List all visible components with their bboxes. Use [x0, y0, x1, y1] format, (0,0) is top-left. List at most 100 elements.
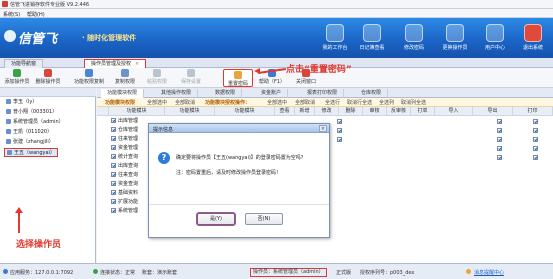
status-bar: 应用服务：127.0.0.1:7092 连接状态：正常 账套：演示账套 操作员：… [0, 263, 553, 279]
authorize-ops-title: 功能模块授权操作： [205, 100, 251, 106]
tree-row[interactable]: 仓库管理 [111, 126, 138, 135]
dialog-close-button[interactable]: × [319, 125, 327, 132]
left-select-all[interactable]: 全部选中 [147, 99, 167, 106]
diary-button[interactable]: 日记簿查看 [355, 22, 389, 56]
checkbox[interactable] [111, 145, 116, 150]
dialog-note: 注：密码置重后，请及时修改操作员登录密码！ [176, 170, 282, 176]
tab-other-permissions[interactable]: 其他操作权限 [155, 89, 199, 98]
permission-checkbox[interactable] [497, 146, 502, 151]
delete-operator-button[interactable]: 删除操作员 [34, 69, 62, 87]
grid-header: 导出 [473, 107, 513, 116]
checkbox[interactable] [111, 118, 116, 123]
tree-row[interactable]: 往来管理 [111, 135, 138, 144]
grid-header: 功能模块 [109, 107, 165, 116]
permission-checkbox[interactable] [497, 155, 502, 160]
permission-checkbox[interactable] [533, 128, 538, 133]
tree-row[interactable]: 基础资料 [111, 189, 138, 198]
workbench-button[interactable]: 我的工作台 [318, 22, 352, 56]
user-center-icon [486, 24, 504, 42]
checkbox[interactable] [111, 163, 116, 168]
user-icon [7, 150, 12, 155]
grid-header: 功能模块 [165, 107, 215, 116]
permission-checkbox[interactable] [497, 128, 502, 133]
paste-permissions-button[interactable]: 粘贴权限 [144, 69, 170, 87]
permission-checkbox[interactable] [497, 137, 502, 142]
tree-row[interactable]: 出库查询 [111, 162, 138, 171]
checkbox[interactable] [111, 154, 116, 159]
grid-header: 审核 [363, 107, 387, 116]
tab-warehouse-permissions[interactable]: 仓库权限 [355, 89, 389, 98]
tree-row[interactable]: 扩展功能 [111, 198, 138, 207]
connection-icon [93, 269, 98, 274]
exit-button[interactable]: 退出系统 [516, 22, 550, 56]
copy-permissions-button[interactable]: 复制权限 [112, 69, 138, 87]
operator-item[interactable]: 系统管理员（admin） [6, 118, 64, 127]
checkbox[interactable] [111, 199, 116, 204]
checkbox[interactable] [111, 127, 116, 132]
save-settings-button[interactable]: 保存设置 [178, 69, 204, 87]
operator-item[interactable]: 普小翔（003301） [6, 108, 57, 117]
close-tab-icon[interactable]: × [135, 61, 139, 67]
cancel-column-all[interactable]: 取消列全选 [401, 99, 426, 106]
server-icon [3, 269, 8, 274]
operator-item[interactable]: 李玉（ly） [6, 98, 37, 107]
operator-item[interactable]: 张建（zhangjili） [6, 138, 54, 147]
no-button[interactable]: 否(N) [245, 213, 283, 225]
user-icon [6, 129, 11, 134]
switch-operator-button[interactable]: 更换操作员 [438, 22, 472, 56]
checkbox[interactable] [111, 208, 116, 213]
key-icon [405, 24, 423, 42]
slogan: · 随时化管理软件 [82, 34, 137, 42]
select-column-all[interactable]: 全选列 [379, 99, 394, 106]
permission-checkbox[interactable] [533, 155, 538, 160]
select-row-all[interactable]: 全选行 [325, 99, 340, 106]
tab-fund-accounts[interactable]: 资金账户 [255, 89, 289, 98]
checkbox[interactable] [111, 190, 116, 195]
yes-button[interactable]: 是(Y) [196, 212, 236, 226]
tree-row[interactable]: 资金查询 [111, 180, 138, 189]
change-password-button[interactable]: 修改密码 [397, 22, 431, 56]
right-deselect-all[interactable]: 全部取消 [295, 99, 315, 106]
copy-function-permissions-button[interactable]: 功能权限复制 [72, 69, 106, 87]
tree-row[interactable]: 统计查询 [111, 153, 138, 162]
menu-help[interactable]: 帮助(H) [27, 11, 45, 18]
grid-header: 打印 [513, 107, 553, 116]
permission-action-row: 功能模块权限 全部选中 全部取消 功能模块授权操作： 全部选中 全部取消 全选行… [97, 98, 553, 107]
reset-password-button[interactable]: 重置密码 [223, 69, 253, 87]
tree-row[interactable]: 资金管理 [111, 144, 138, 153]
permission-checkbox[interactable] [533, 137, 538, 142]
user-center-button[interactable]: 用户中心 [478, 22, 512, 56]
operator-item-selected[interactable]: 王五（wangyai） [4, 148, 58, 157]
tab-data-permissions[interactable]: 数据权限 [209, 89, 243, 98]
tab-report-print[interactable]: 报表打印权限 [301, 89, 345, 98]
permission-checkbox[interactable] [497, 119, 502, 124]
user-icon [6, 99, 11, 104]
grid-header: 功能模块 [215, 107, 275, 116]
tree-row[interactable]: 出库管理 [111, 117, 138, 126]
cancel-row-all[interactable]: 取消行全选 [347, 99, 372, 106]
message-center-link[interactable]: 消息提醒中心 [474, 269, 504, 276]
permission-checkbox[interactable] [533, 119, 538, 124]
operator-item[interactable]: 王凯（011020） [6, 128, 52, 137]
tab-operator-management[interactable]: 操作员管理及授权 × [84, 59, 147, 68]
permission-checkbox[interactable] [337, 119, 342, 124]
checkbox[interactable] [111, 172, 116, 177]
permission-checkbox[interactable] [533, 146, 538, 151]
checkbox[interactable] [111, 181, 116, 186]
menu-system[interactable]: 系统(S) [3, 11, 20, 18]
permission-checkbox[interactable] [337, 128, 342, 133]
diary-icon [363, 24, 381, 42]
permission-checkbox[interactable] [337, 137, 342, 142]
tab-function-permissions[interactable]: 功能模块权限 [101, 89, 145, 98]
tab-navigation[interactable]: 功能导航窗 [4, 59, 44, 68]
checkbox[interactable] [111, 136, 116, 141]
license-serial: 授权序列号：p003_dex [360, 270, 415, 276]
add-operator-button[interactable]: 添加操作员 [4, 69, 30, 87]
left-deselect-all[interactable]: 全部取消 [175, 99, 195, 106]
select-operator-caption: 选择操作员 [16, 240, 62, 250]
tree-row[interactable]: 系统管理 [111, 207, 138, 216]
right-select-all[interactable]: 全部选中 [267, 99, 287, 106]
logo-text: 信管飞 [18, 32, 58, 47]
user-icon [6, 119, 11, 124]
tree-row[interactable]: 往来查询 [111, 171, 138, 180]
